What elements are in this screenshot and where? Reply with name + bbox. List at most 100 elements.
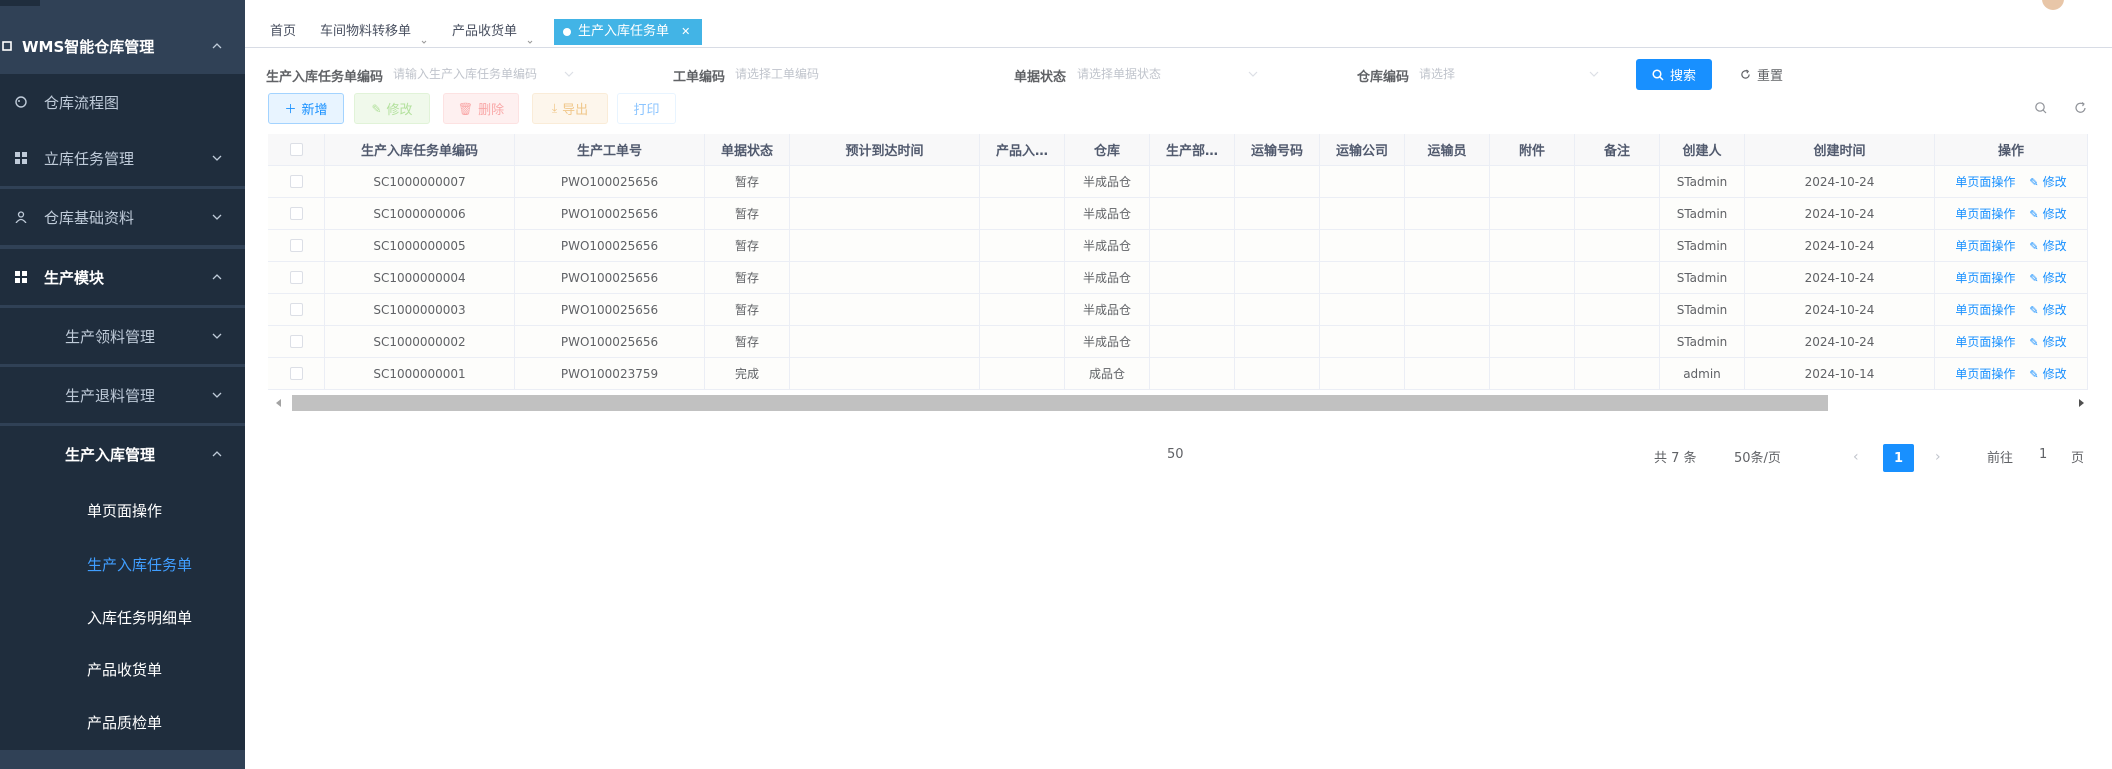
single-page-op-link[interactable]: 单页面操作 bbox=[1955, 205, 2015, 222]
single-page-op-link[interactable]: 单页面操作 bbox=[1955, 365, 2015, 382]
scroll-left-icon[interactable] bbox=[276, 399, 281, 407]
table-cell-tno bbox=[1235, 166, 1320, 198]
add-button[interactable]: ＋ 新增 bbox=[268, 93, 344, 124]
goto-input[interactable]: 1 bbox=[2039, 447, 2047, 462]
table-row[interactable]: SC1000000006 PWO100025656 暂存 半成品仓 STadmin 202… bbox=[268, 198, 2088, 230]
grid-icon bbox=[14, 270, 28, 284]
sidebar-item-inbound-task-detail[interactable]: 入库任务明细单 bbox=[0, 589, 245, 645]
sidebar-item-product-receipt[interactable]: 产品收货单 bbox=[0, 641, 245, 697]
single-page-op-link[interactable]: 单页面操作 bbox=[1955, 301, 2015, 318]
table-row[interactable]: SC1000000002 PWO100025656 暂存 半成品仓 STadmin 202… bbox=[268, 326, 2088, 358]
task-code-input[interactable]: 请输入生产入库任务单编码 bbox=[393, 63, 575, 85]
row-edit-link[interactable]: ✎ 修改 bbox=[2029, 237, 2066, 254]
table-row[interactable]: SC1000000007 PWO100025656 暂存 半成品仓 STadmin 202… bbox=[268, 166, 2088, 198]
grid-icon bbox=[14, 151, 28, 165]
row-edit-link[interactable]: ✎ 修改 bbox=[2029, 301, 2066, 318]
col-header: 运输号码 bbox=[1235, 134, 1320, 166]
box-icon bbox=[0, 39, 14, 53]
sidebar-item-material-requisition[interactable]: 生产领料管理 bbox=[0, 308, 245, 364]
sidebar-item-lift-tasks[interactable]: 立库任务管理 bbox=[0, 130, 245, 186]
checkbox[interactable] bbox=[289, 143, 303, 156]
tab-product-receipt[interactable]: 产品收货单 bbox=[444, 19, 541, 45]
print-button[interactable]: 打印 bbox=[617, 93, 676, 124]
col-header: 生产工单号 bbox=[515, 134, 705, 166]
export-button[interactable]: ⤓ 导出 bbox=[532, 93, 608, 124]
sidebar-item-warehouse-base[interactable]: 仓库基础资料 bbox=[0, 189, 245, 245]
row-edit-label: 修改 bbox=[2042, 303, 2067, 317]
work-order-input[interactable]: 请选择工单编码 bbox=[735, 63, 895, 85]
tab-workshop-transfer[interactable]: 车间物料转移单 bbox=[312, 19, 435, 45]
table-cell-wh: 半成品仓 bbox=[1065, 262, 1150, 294]
row-edit-link[interactable]: ✎ 修改 bbox=[2029, 205, 2066, 222]
pencil-icon: ✎ bbox=[2029, 336, 2039, 349]
app-root: WMS智能仓库管理 仓库流程图 立库任务管理 仓库基础资料 生产模块 生产领料管… bbox=[0, 0, 2112, 769]
sidebar-item-production[interactable]: 生产模块 bbox=[0, 249, 245, 305]
table-cell-wh: 半成品仓 bbox=[1065, 326, 1150, 358]
tab-home[interactable]: 首页 bbox=[262, 19, 304, 45]
checkbox[interactable] bbox=[289, 335, 303, 348]
search-button[interactable]: 搜索 bbox=[1636, 59, 1712, 90]
doc-status-select[interactable]: 请选择单据状态 bbox=[1077, 63, 1257, 85]
table-row[interactable]: SC1000000004 PWO100025656 暂存 半成品仓 STadmin 202… bbox=[268, 262, 2088, 294]
single-page-op-link[interactable]: 单页面操作 bbox=[1955, 173, 2015, 190]
sidebar-item-production-inbound[interactable]: 生产入库管理 bbox=[0, 426, 245, 482]
sidebar-item-label: 生产模块 bbox=[44, 268, 105, 287]
next-page-icon[interactable]: › bbox=[1935, 449, 1941, 465]
table-cell-code: SC1000000001 bbox=[325, 358, 515, 390]
sidebar-item-inbound-task[interactable]: 生产入库任务单 bbox=[0, 536, 245, 592]
sidebar-item-wms[interactable]: WMS智能仓库管理 bbox=[0, 18, 245, 74]
chevron-down-icon bbox=[560, 63, 574, 85]
table-cell-eta bbox=[790, 262, 980, 294]
table-cell-tno bbox=[1235, 294, 1320, 326]
checkbox[interactable] bbox=[289, 367, 303, 380]
sidebar-item-single-page-op[interactable]: 单页面操作 bbox=[0, 482, 245, 538]
table-cell-remark bbox=[1575, 326, 1660, 358]
tab-inbound-task[interactable]: 生产入库任务单 ✕ bbox=[554, 19, 703, 45]
select-all-checkbox-cell[interactable] bbox=[268, 134, 325, 166]
row-edit-link[interactable]: ✎ 修改 bbox=[2029, 173, 2066, 190]
table-cell-code: SC1000000005 bbox=[325, 230, 515, 262]
row-edit-link[interactable]: ✎ 修改 bbox=[2029, 333, 2066, 350]
delete-button[interactable]: 🗑 删除 bbox=[443, 93, 519, 124]
table-cell-driver bbox=[1405, 358, 1490, 390]
horizontal-scrollbar[interactable] bbox=[268, 393, 2088, 413]
edit-button[interactable]: ✎ 修改 bbox=[354, 93, 430, 124]
row-edit-link[interactable]: ✎ 修改 bbox=[2029, 269, 2066, 286]
table-cell-remark bbox=[1575, 358, 1660, 390]
checkbox[interactable] bbox=[289, 303, 303, 316]
table-row[interactable]: SC1000000005 PWO100025656 暂存 半成品仓 STadmin 202… bbox=[268, 230, 2088, 262]
table-cell-creator: STadmin bbox=[1660, 262, 1745, 294]
chevron-down-icon bbox=[211, 330, 223, 342]
pencil-icon: ✎ bbox=[2029, 304, 2039, 317]
table-row[interactable]: SC1000000001 PWO100023759 完成 成品仓 admin 2024-1… bbox=[268, 358, 2088, 390]
single-page-op-link[interactable]: 单页面操作 bbox=[1955, 237, 2015, 254]
sidebar-item-flowchart[interactable]: 仓库流程图 bbox=[0, 74, 245, 130]
table-cell-status: 暂存 bbox=[705, 198, 790, 230]
prev-page-icon[interactable]: ‹ bbox=[1853, 449, 1859, 465]
tab-label: 车间物料转移单 bbox=[320, 24, 412, 39]
page-size-select[interactable]: 50条/页 bbox=[1734, 447, 1781, 466]
sidebar-item-product-qc[interactable]: 产品质检单 bbox=[0, 694, 245, 750]
warehouse-code-select[interactable]: 请选择 bbox=[1419, 63, 1599, 85]
close-icon[interactable]: ✕ bbox=[681, 19, 690, 45]
single-page-op-link[interactable]: 单页面操作 bbox=[1955, 333, 2015, 350]
row-checkbox-cell bbox=[268, 166, 325, 198]
checkbox[interactable] bbox=[289, 271, 303, 284]
scroll-right-icon[interactable] bbox=[2079, 399, 2084, 407]
table-cell-eta bbox=[790, 230, 980, 262]
refresh-icon[interactable] bbox=[2074, 101, 2088, 115]
checkbox[interactable] bbox=[289, 175, 303, 188]
sidebar-item-material-return[interactable]: 生产退料管理 bbox=[0, 367, 245, 423]
reset-button[interactable]: 重置 bbox=[1740, 59, 1783, 90]
checkbox[interactable] bbox=[289, 207, 303, 220]
single-page-op-link[interactable]: 单页面操作 bbox=[1955, 269, 2015, 286]
search-toggle-icon[interactable] bbox=[2034, 101, 2048, 115]
search-button-label: 搜索 bbox=[1669, 69, 1696, 84]
table-row[interactable]: SC1000000003 PWO100025656 暂存 半成品仓 STadmin 202… bbox=[268, 294, 2088, 326]
checkbox[interactable] bbox=[289, 239, 303, 252]
avatar[interactable] bbox=[2042, 0, 2064, 10]
scroll-thumb[interactable] bbox=[292, 395, 1828, 411]
table-cell-prod bbox=[980, 294, 1065, 326]
page-number-current[interactable]: 1 bbox=[1883, 444, 1914, 472]
row-edit-link[interactable]: ✎ 修改 bbox=[2029, 365, 2066, 382]
